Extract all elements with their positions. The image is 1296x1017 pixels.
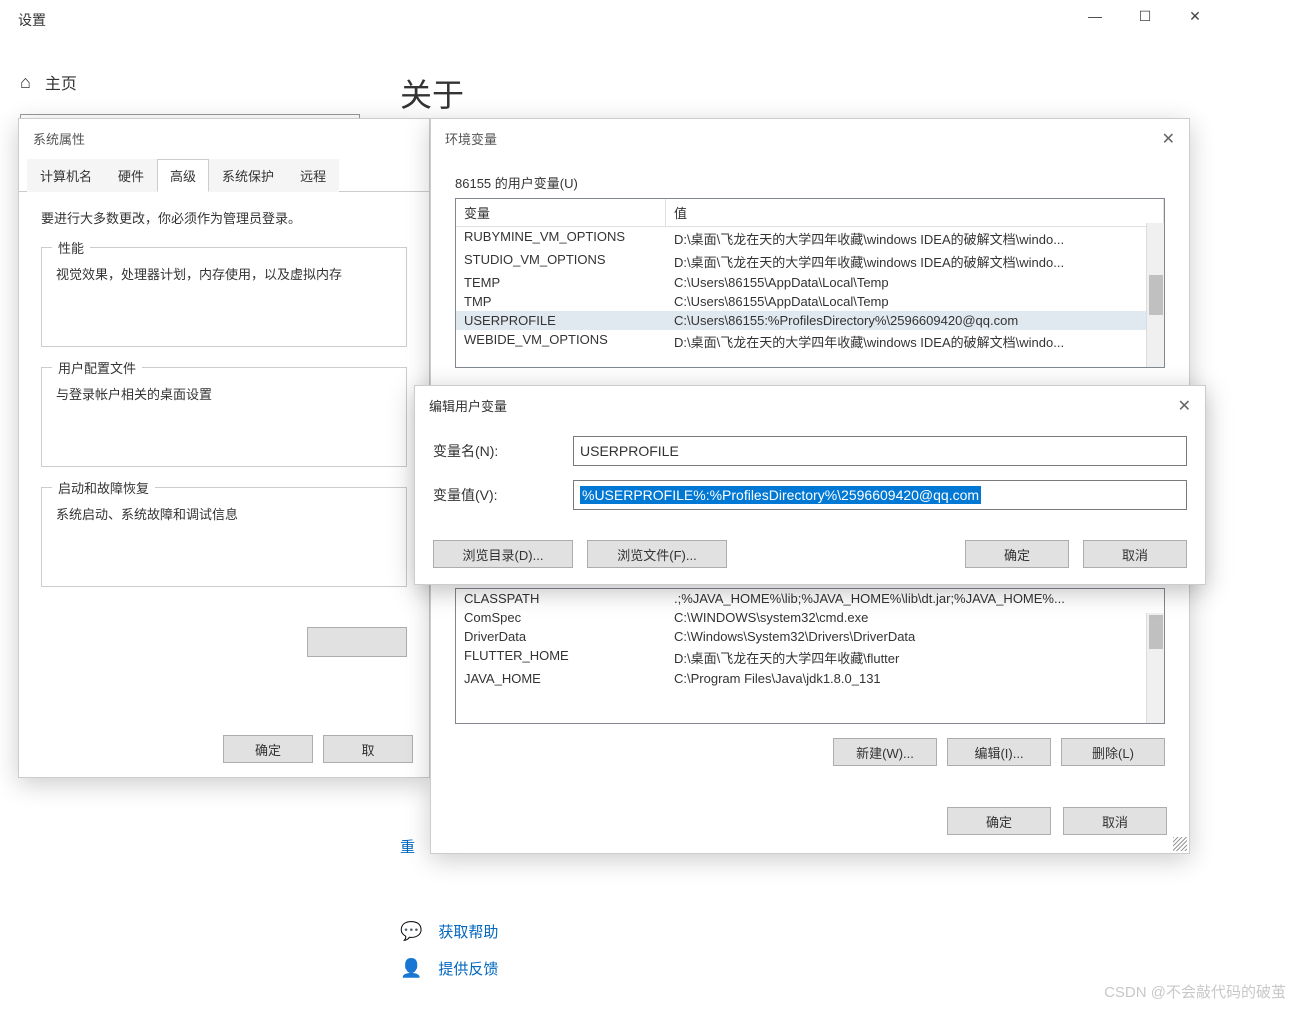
tab-advanced[interactable]: 高级 bbox=[157, 159, 209, 192]
cancel-button[interactable]: 取消 bbox=[1063, 807, 1167, 835]
table-row[interactable]: TMPC:\Users\86155\AppData\Local\Temp bbox=[456, 292, 1164, 311]
col-val[interactable]: 值 bbox=[666, 199, 1164, 226]
col-var[interactable]: 变量 bbox=[456, 199, 666, 226]
scrollbar-thumb[interactable] bbox=[1149, 275, 1163, 315]
env-vars-button-hidden[interactable] bbox=[307, 627, 407, 657]
table-row[interactable]: DriverDataC:\Windows\System32\Drivers\Dr… bbox=[456, 627, 1164, 646]
table-row[interactable]: JAVA_HOMEC:\Program Files\Java\jdk1.8.0_… bbox=[456, 669, 1164, 688]
desc: 与登录帐户相关的桌面设置 bbox=[56, 384, 392, 403]
user-vars-label: 86155 的用户变量(U) bbox=[455, 173, 1165, 192]
table-row[interactable]: ComSpecC:\WINDOWS\system32\cmd.exe bbox=[456, 608, 1164, 627]
tab-hardware[interactable]: 硬件 bbox=[105, 159, 157, 192]
legend: 用户配置文件 bbox=[52, 358, 142, 377]
watermark: CSDN @不会敲代码的破茧 bbox=[1104, 981, 1286, 1002]
tab-computer-name[interactable]: 计算机名 bbox=[27, 159, 105, 192]
table-row[interactable]: FLUTTER_HOMED:\桌面\飞龙在天的大学四年收藏\flutter bbox=[456, 646, 1164, 669]
edit-button[interactable]: 编辑(I)... bbox=[947, 738, 1051, 766]
ok-button[interactable]: 确定 bbox=[223, 735, 313, 763]
minimize-button[interactable]: — bbox=[1070, 0, 1120, 32]
table-row[interactable]: CLASSPATH.;%JAVA_HOME%\lib;%JAVA_HOME%\l… bbox=[456, 589, 1164, 608]
legend: 启动和故障恢复 bbox=[52, 478, 155, 497]
system-properties-dialog: 系统属性 计算机名 硬件 高级 系统保护 远程 要进行大多数更改，你必须作为管理… bbox=[18, 118, 430, 778]
user-vars-table[interactable]: 变量 值 RUBYMINE_VM_OPTIONSD:\桌面\飞龙在天的大学四年收… bbox=[455, 198, 1165, 368]
cancel-button[interactable]: 取消 bbox=[1083, 540, 1187, 568]
desc: 系统启动、系统故障和调试信息 bbox=[56, 504, 392, 523]
dialog-title: 环境变量 bbox=[445, 129, 497, 149]
home-icon: ⌂ bbox=[20, 72, 31, 93]
scrollbar-thumb[interactable] bbox=[1149, 615, 1163, 649]
dialog-title: 编辑用户变量 bbox=[429, 396, 507, 416]
help-icon: 💬 bbox=[400, 921, 422, 942]
settings-title: 设置 bbox=[0, 10, 46, 30]
page-title: 关于 bbox=[400, 70, 1200, 116]
ok-button[interactable]: 确定 bbox=[947, 807, 1051, 835]
close-icon[interactable]: ✕ bbox=[1178, 396, 1191, 416]
close-button[interactable]: ✕ bbox=[1170, 0, 1220, 32]
var-value-input[interactable]: %USERPROFILE%:%ProfilesDirectory%\259660… bbox=[573, 480, 1187, 510]
home-label: 主页 bbox=[45, 70, 77, 94]
maximize-button[interactable]: ☐ bbox=[1120, 0, 1170, 32]
user-profile-group: 用户配置文件 与登录帐户相关的桌面设置 bbox=[41, 367, 407, 467]
table-row[interactable]: WEBIDE_VM_OPTIONSD:\桌面\飞龙在天的大学四年收藏\windo… bbox=[456, 330, 1164, 353]
var-name-label: 变量名(N): bbox=[433, 441, 573, 461]
cancel-button[interactable]: 取 bbox=[323, 735, 413, 763]
browse-file-button[interactable]: 浏览文件(F)... bbox=[587, 540, 727, 568]
admin-note: 要进行大多数更改，你必须作为管理员登录。 bbox=[41, 208, 407, 227]
dialog-title: 系统属性 bbox=[19, 119, 429, 158]
tab-protection[interactable]: 系统保护 bbox=[209, 159, 287, 192]
feedback-icon: 👤 bbox=[400, 958, 422, 979]
desc: 视觉效果，处理器计划，内存使用，以及虚拟内存 bbox=[56, 264, 392, 283]
feedback-link[interactable]: 提供反馈 bbox=[438, 958, 498, 979]
table-row[interactable]: USERPROFILE C:\Users\86155:%ProfilesDire… bbox=[456, 311, 1164, 330]
edit-user-variable-dialog: 编辑用户变量 ✕ 变量名(N): USERPROFILE 变量值(V): %US… bbox=[414, 385, 1206, 585]
delete-button[interactable]: 删除(L) bbox=[1061, 738, 1165, 766]
new-button[interactable]: 新建(W)... bbox=[833, 738, 937, 766]
startup-group: 启动和故障恢复 系统启动、系统故障和调试信息 bbox=[41, 487, 407, 587]
legend: 性能 bbox=[52, 238, 90, 257]
system-vars-table[interactable]: CLASSPATH.;%JAVA_HOME%\lib;%JAVA_HOME%\l… bbox=[455, 588, 1165, 724]
table-row[interactable]: STUDIO_VM_OPTIONSD:\桌面\飞龙在天的大学四年收藏\windo… bbox=[456, 250, 1164, 273]
tab-remote[interactable]: 远程 bbox=[287, 159, 339, 192]
table-row[interactable]: TEMPC:\Users\86155\AppData\Local\Temp bbox=[456, 273, 1164, 292]
close-icon[interactable]: ✕ bbox=[1162, 129, 1175, 149]
home-nav[interactable]: ⌂ 主页 bbox=[20, 40, 360, 114]
var-name-input[interactable]: USERPROFILE bbox=[573, 436, 1187, 466]
ok-button[interactable]: 确定 bbox=[965, 540, 1069, 568]
get-help-link[interactable]: 获取帮助 bbox=[438, 921, 498, 942]
var-value-label: 变量值(V): bbox=[433, 485, 573, 505]
performance-group: 性能 视觉效果，处理器计划，内存使用，以及虚拟内存 bbox=[41, 247, 407, 347]
table-row[interactable]: RUBYMINE_VM_OPTIONSD:\桌面\飞龙在天的大学四年收藏\win… bbox=[456, 227, 1164, 250]
resize-grip[interactable] bbox=[1173, 837, 1187, 851]
sysprops-tabs: 计算机名 硬件 高级 系统保护 远程 bbox=[19, 158, 429, 192]
browse-dir-button[interactable]: 浏览目录(D)... bbox=[433, 540, 573, 568]
